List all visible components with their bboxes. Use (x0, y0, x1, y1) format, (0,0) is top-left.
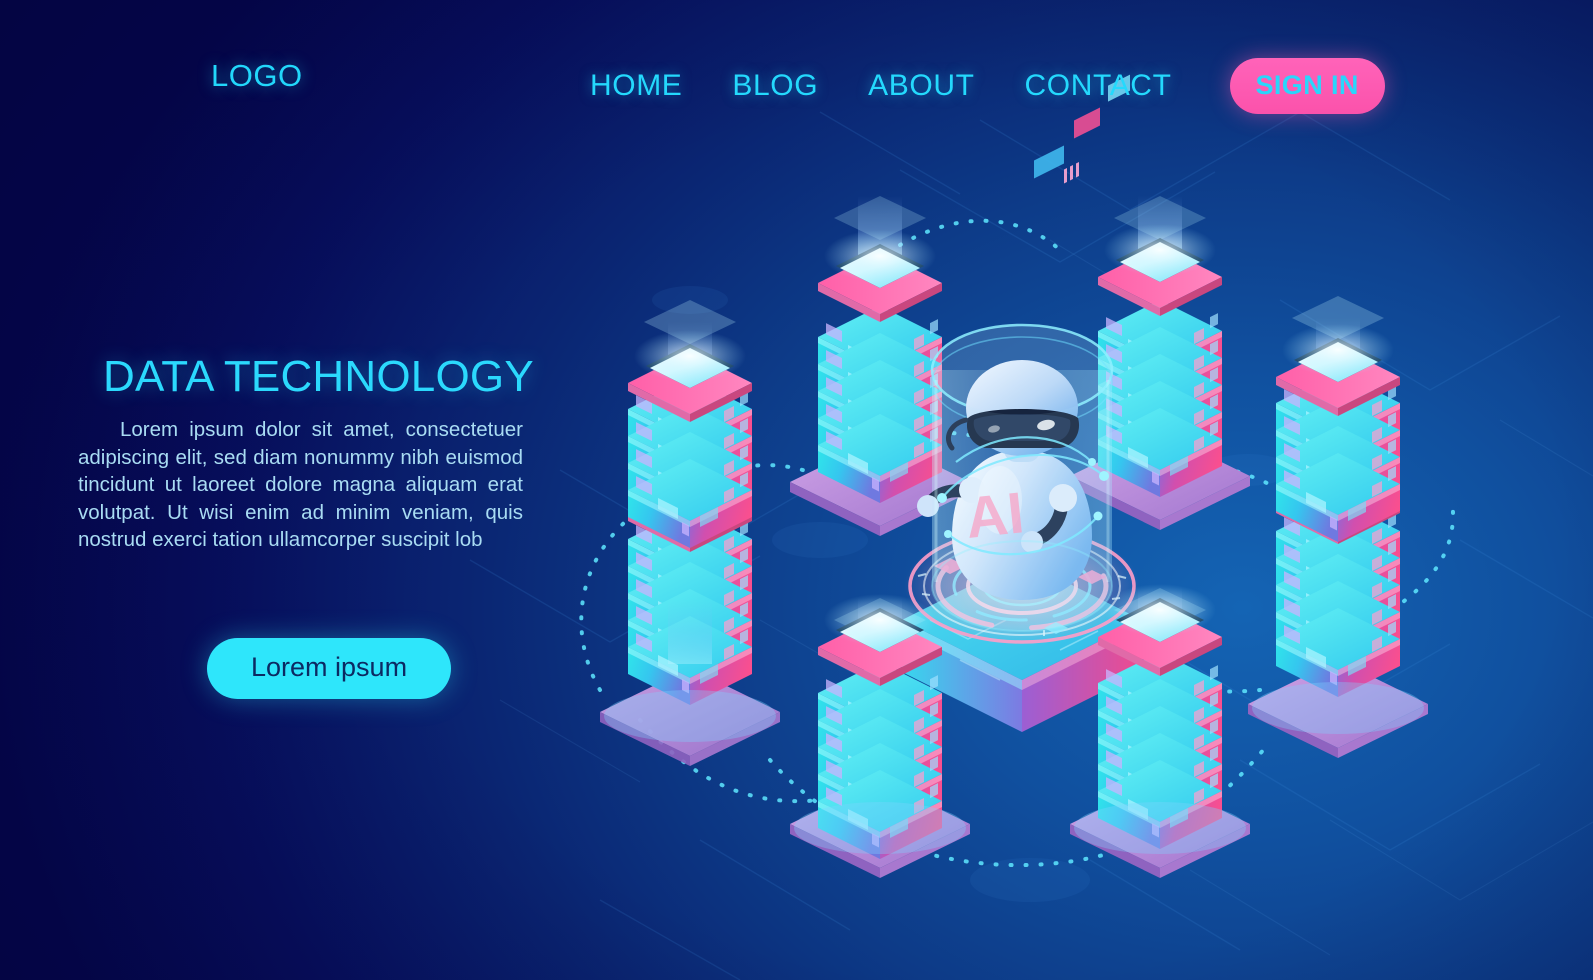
hero-paragraph: Lorem ipsum dolor sit amet, consectetuer… (78, 418, 523, 551)
cta-button[interactable]: Lorem ipsum (207, 638, 452, 699)
page-root: AI LOGO HOME BLOG ABOUT CONTACT SIGN IN … (0, 0, 1593, 980)
logo[interactable]: LOGO (211, 58, 303, 94)
main-navigation: LOGO HOME BLOG ABOUT CONTACT SIGN IN (0, 0, 1593, 150)
nav-link-contact[interactable]: CONTACT (1025, 69, 1172, 103)
nav-links: HOME BLOG ABOUT CONTACT SIGN IN (590, 58, 1385, 114)
nav-link-blog[interactable]: BLOG (732, 69, 818, 103)
page-title: DATA TECHNOLOGY (103, 352, 534, 401)
hero-copy: DATA TECHNOLOGY Lorem ipsum dolor sit am… (78, 352, 534, 554)
nav-link-home[interactable]: HOME (590, 69, 682, 103)
nav-link-about[interactable]: ABOUT (868, 69, 974, 103)
server-tower-front-left (668, 600, 712, 664)
sign-in-button[interactable]: SIGN IN (1229, 58, 1385, 114)
